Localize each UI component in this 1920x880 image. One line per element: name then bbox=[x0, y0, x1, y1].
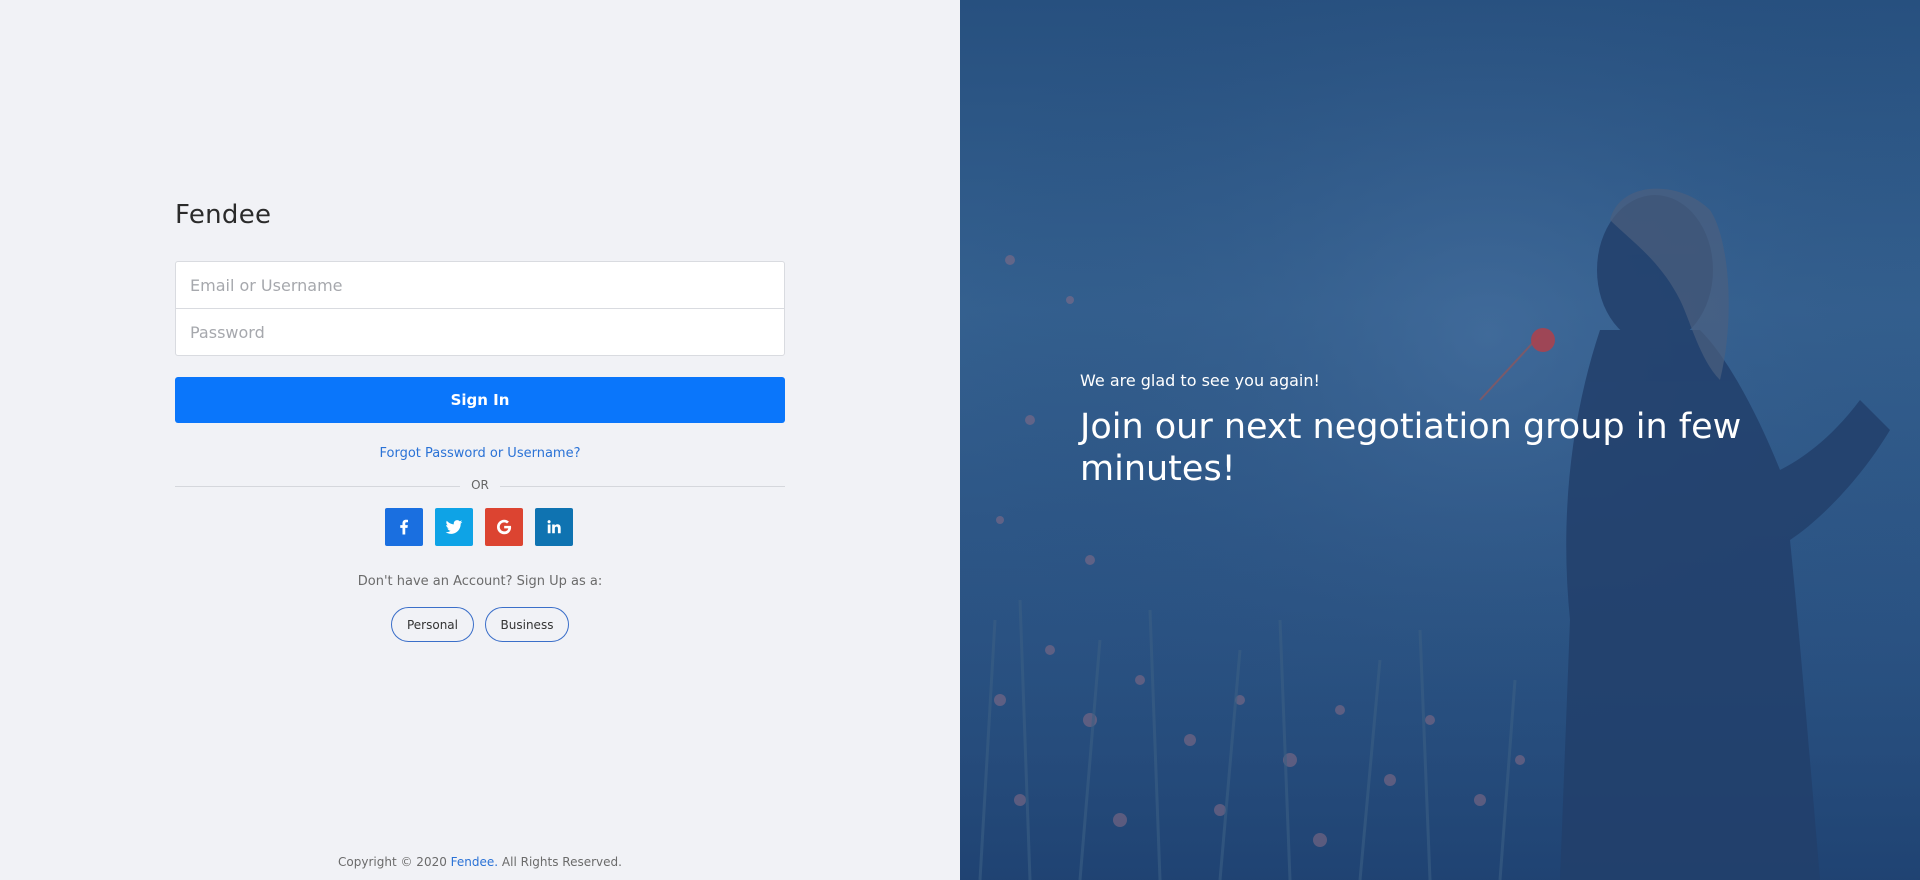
login-panel: Fendee Sign In Forgot Password or Userna… bbox=[0, 0, 960, 880]
copyright-footer: Copyright © 2020 Fendee. All Rights Rese… bbox=[0, 855, 960, 869]
linkedin-icon bbox=[547, 520, 561, 534]
password-input[interactable] bbox=[175, 308, 785, 356]
twitter-login-button[interactable] bbox=[435, 508, 473, 546]
facebook-icon bbox=[400, 519, 408, 535]
linkedin-login-button[interactable] bbox=[535, 508, 573, 546]
footer-brand-link[interactable]: Fendee. bbox=[451, 855, 498, 869]
copyright-suffix: All Rights Reserved. bbox=[498, 855, 622, 869]
or-divider: OR bbox=[175, 478, 785, 494]
forgot-password-link[interactable]: Forgot Password or Username? bbox=[175, 446, 785, 461]
facebook-login-button[interactable] bbox=[385, 508, 423, 546]
or-label: OR bbox=[471, 478, 489, 492]
hero-tagline: We are glad to see you again! bbox=[1080, 371, 1320, 390]
copyright-prefix: Copyright © 2020 bbox=[338, 855, 451, 869]
google-icon bbox=[497, 519, 512, 535]
signup-business-button[interactable]: Business bbox=[485, 607, 569, 642]
email-username-input[interactable] bbox=[175, 261, 785, 309]
twitter-icon bbox=[445, 520, 463, 534]
hero-headline: Join our next negotiation group in few m… bbox=[1080, 407, 1742, 489]
hero-panel: We are glad to see you again! Join our n… bbox=[960, 0, 1920, 880]
brand-title: Fendee bbox=[175, 200, 272, 230]
google-login-button[interactable] bbox=[485, 508, 523, 546]
divider-line-right bbox=[500, 486, 785, 487]
signup-prompt: Don't have an Account? Sign Up as a: bbox=[357, 574, 603, 589]
signup-personal-button[interactable]: Personal bbox=[391, 607, 474, 642]
sign-in-button[interactable]: Sign In bbox=[175, 377, 785, 423]
